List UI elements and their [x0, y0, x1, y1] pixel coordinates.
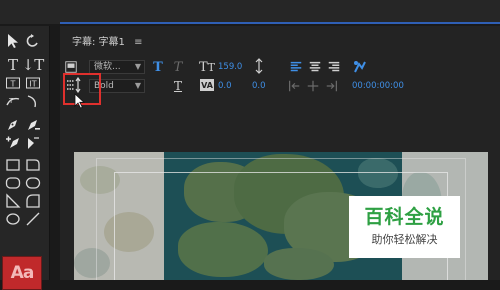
rectangle-tool-icon[interactable]	[4, 156, 22, 174]
watermark-subtitle: 助你轻松解决	[371, 233, 438, 246]
panel-menu-icon[interactable]: ≡	[134, 37, 142, 48]
style-swatch[interactable]: Aa	[2, 256, 42, 290]
mouse-cursor-icon	[74, 93, 86, 109]
align-right-icon[interactable]	[327, 60, 341, 74]
panel-tab[interactable]: 字幕: 字幕1 ≡	[72, 33, 143, 48]
roll-crawl-options-icon[interactable]	[64, 60, 78, 74]
chevron-down-icon: ▼	[134, 62, 141, 71]
line-tool-icon[interactable]	[24, 210, 42, 228]
font-size-value[interactable]: 159.0	[218, 62, 242, 72]
vertical-path-type-tool-icon[interactable]	[24, 92, 42, 110]
svg-text:VA: VA	[201, 81, 214, 90]
rotate-tool-icon[interactable]	[24, 32, 42, 50]
font-family-dropdown[interactable]: 微软... ▼	[89, 60, 145, 74]
pen-tool-icon[interactable]	[4, 116, 22, 134]
rounded-corner-rectangle-tool-icon[interactable]	[24, 156, 42, 174]
show-background-video-icon[interactable]	[352, 59, 368, 75]
svg-text:IT: IT	[29, 80, 36, 89]
tab-right-icon[interactable]	[325, 79, 339, 93]
path-type-tool-icon[interactable]: T	[4, 92, 22, 110]
watermark-title: 百科全说	[364, 206, 445, 228]
clipped-rectangle-tool-icon[interactable]	[24, 174, 42, 192]
align-left-icon[interactable]	[289, 60, 303, 74]
watermark-badge: 百科全说 助你轻松解决	[349, 196, 460, 258]
kerning-value[interactable]: 0.0	[218, 81, 232, 91]
area-type-tool-icon[interactable]: T	[4, 74, 22, 92]
type-tool-icon[interactable]: T	[4, 56, 22, 74]
tab-left-icon[interactable]	[287, 79, 301, 93]
panel-tab-title: 字幕: 字幕1	[72, 37, 125, 48]
timecode-value[interactable]: 00:00:00:00	[352, 81, 404, 91]
tab-center-icon[interactable]	[306, 79, 320, 93]
vertical-type-tool-icon[interactable]: ↓T	[22, 56, 45, 74]
svg-text:T: T	[10, 80, 16, 89]
tracking-value[interactable]: 0.0	[252, 81, 266, 91]
top-strip	[0, 0, 500, 24]
ellipse-tool-icon[interactable]	[4, 210, 22, 228]
convert-anchor-tool-icon[interactable]	[24, 134, 42, 152]
style-swatch-label: Aa	[10, 263, 35, 283]
font-family-value: 微软...	[94, 62, 121, 72]
bold-icon[interactable]: T	[151, 60, 165, 75]
delete-anchor-tool-icon[interactable]	[24, 116, 42, 134]
leading-icon	[251, 58, 267, 74]
italic-icon[interactable]: T	[171, 60, 185, 75]
arc-tool-icon[interactable]	[24, 192, 42, 210]
rounded-rectangle-tool-icon[interactable]	[4, 174, 22, 192]
underline-icon[interactable]: T	[171, 79, 185, 93]
selection-tool-icon[interactable]	[4, 32, 22, 50]
add-anchor-tool-icon[interactable]	[4, 134, 22, 152]
font-size-icon: TT	[199, 59, 216, 75]
tools-panel: T ↓T T IT T Aa	[0, 26, 50, 290]
kerning-icon: VA	[199, 77, 215, 93]
wedge-tool-icon[interactable]	[4, 192, 22, 210]
chevron-down-icon: ▼	[134, 81, 141, 90]
align-center-icon[interactable]	[308, 60, 322, 74]
active-panel-indicator	[60, 22, 500, 24]
svg-text:T: T	[8, 97, 14, 105]
vertical-area-type-tool-icon[interactable]: IT	[24, 74, 42, 92]
